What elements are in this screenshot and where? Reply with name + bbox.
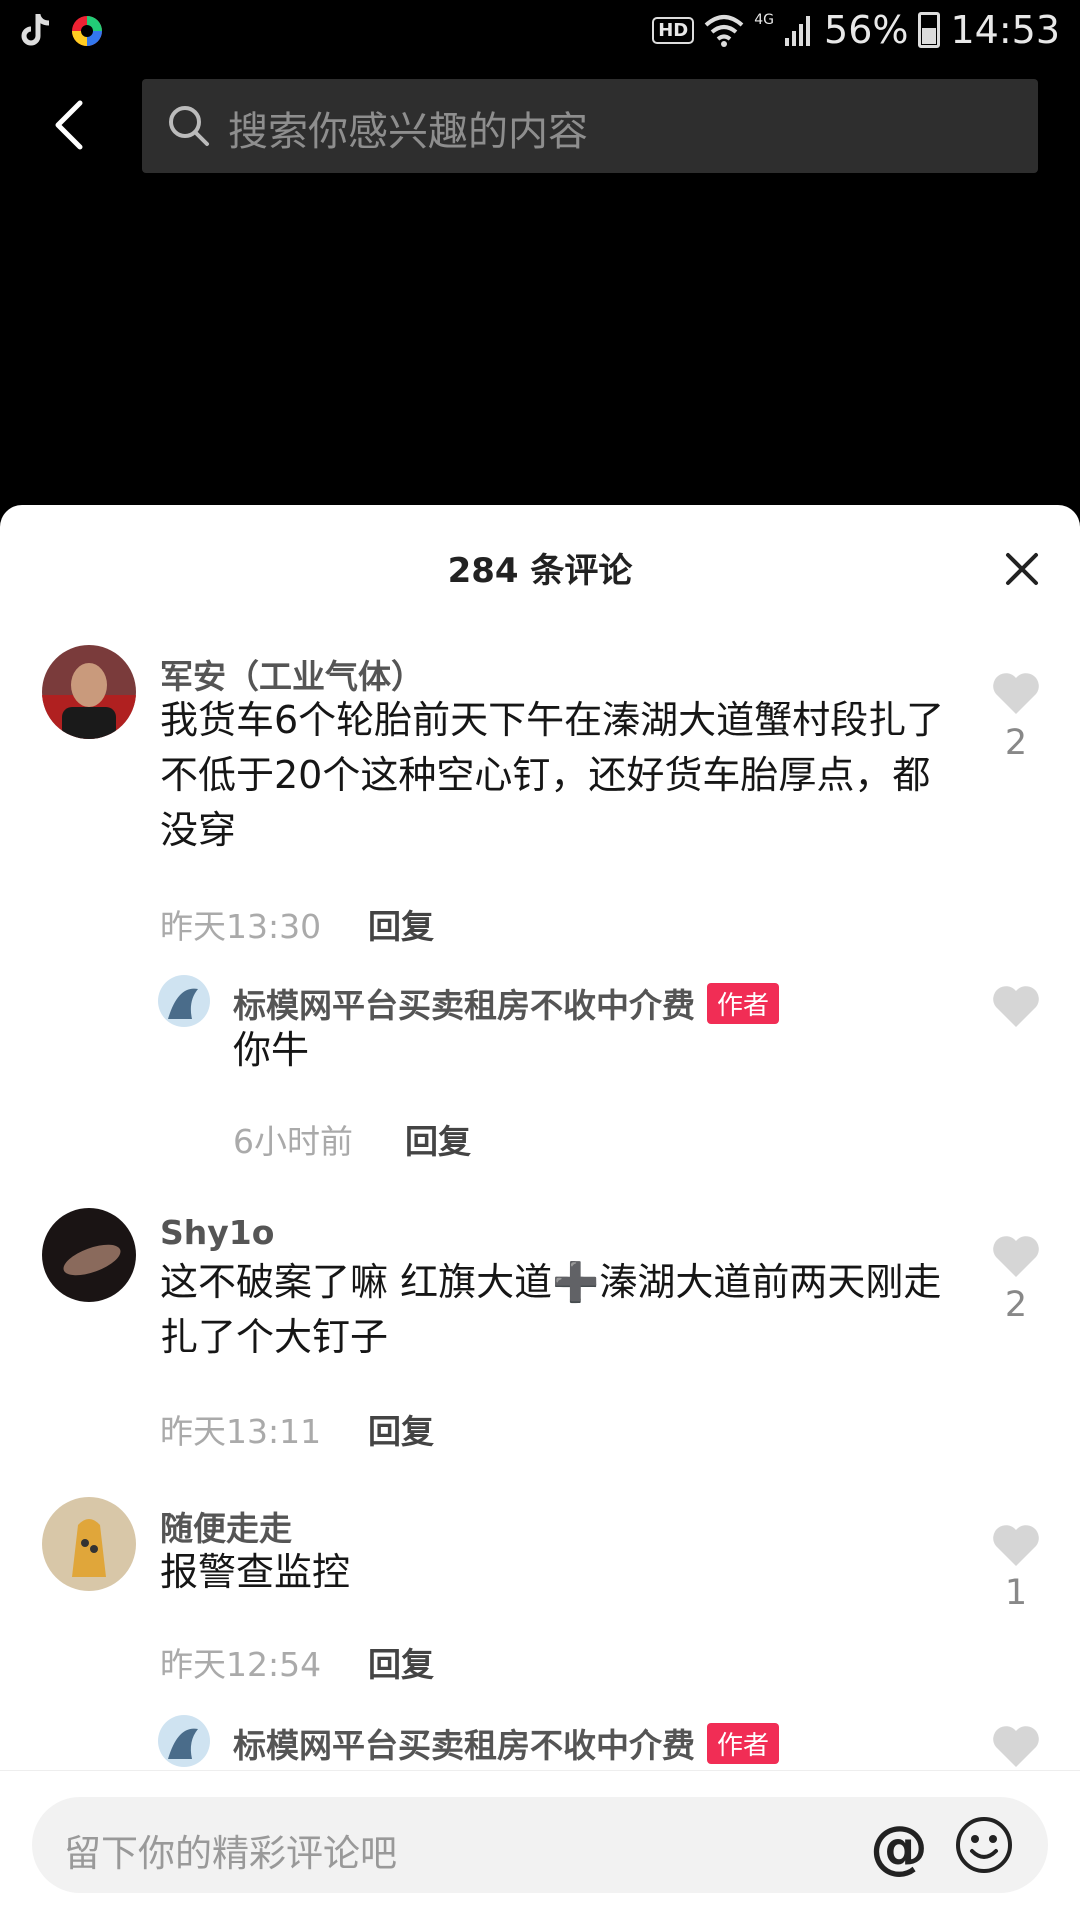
close-icon[interactable] bbox=[1000, 547, 1044, 591]
avatar[interactable] bbox=[42, 1208, 136, 1302]
status-bar: HD 4G 56% 14:53 bbox=[0, 0, 1080, 64]
heart-icon[interactable] bbox=[991, 983, 1041, 1029]
battery-percent: 56% bbox=[824, 8, 909, 52]
wifi-icon bbox=[704, 15, 744, 47]
tiktok-icon bbox=[21, 14, 50, 46]
top-bar: 搜索你感兴趣的内容 bbox=[0, 75, 1080, 175]
comment-time: 昨天12:54 bbox=[160, 1645, 322, 1684]
author-badge: 作者 bbox=[707, 983, 780, 1024]
avatar[interactable] bbox=[158, 975, 210, 1027]
reply-button[interactable]: 回复 bbox=[368, 1405, 434, 1453]
battery-icon bbox=[918, 12, 941, 48]
reply-username[interactable]: 标模网平台买卖租房不收中介费 作者 bbox=[233, 979, 780, 1027]
avatar[interactable] bbox=[42, 1497, 136, 1591]
comment-time: 昨天13:30 bbox=[160, 907, 322, 946]
mention-at-icon[interactable]: @ bbox=[870, 1813, 928, 1881]
reply-text: 你牛 bbox=[233, 1028, 310, 1072]
reply-time: 6小时前 bbox=[233, 1122, 353, 1161]
reply-username-text: 标模网平台买卖租房不收中介费 bbox=[233, 986, 695, 1025]
like-count: 2 bbox=[1004, 723, 1028, 763]
heart-icon[interactable] bbox=[991, 670, 1041, 716]
comment-input[interactable]: 留下你的精彩评论吧 @ bbox=[32, 1797, 1048, 1893]
avatar[interactable] bbox=[42, 645, 136, 739]
comment-input-placeholder: 留下你的精彩评论吧 bbox=[64, 1832, 397, 1875]
signal-icon bbox=[785, 16, 811, 46]
comment-input-bar: 留下你的精彩评论吧 @ bbox=[0, 1770, 1080, 1921]
reply-username-text: 标模网平台买卖租房不收中介费 bbox=[233, 1726, 695, 1765]
reply-username[interactable]: 标模网平台买卖租房不收中介费 作者 bbox=[233, 1719, 780, 1767]
comment-text: 报警查监控 bbox=[160, 1550, 351, 1594]
comment-time: 昨天13:11 bbox=[160, 1412, 322, 1451]
comment-text: 我货车6个轮胎前天下午在溱湖大道蟹村段扎了不低于20个这种空心钉，还好货车胎厚点… bbox=[160, 698, 945, 852]
reply-button[interactable]: 回复 bbox=[368, 900, 434, 948]
comments-sheet: 284 条评论 军安（工业气体） 我货车6个轮胎前天下午在溱湖大道蟹村段扎了不低… bbox=[0, 505, 1080, 1920]
like-count: 1 bbox=[1004, 1573, 1028, 1613]
search-placeholder: 搜索你感兴趣的内容 bbox=[228, 109, 588, 155]
comment-count-title: 284 条评论 bbox=[447, 551, 633, 591]
app-logo-icon bbox=[72, 16, 102, 46]
heart-icon[interactable] bbox=[991, 1233, 1041, 1279]
avatar[interactable] bbox=[158, 1715, 210, 1767]
emoji-icon[interactable] bbox=[954, 1815, 1014, 1875]
comment-username[interactable]: 随便走走 bbox=[160, 1502, 292, 1550]
comment-username[interactable]: Shy1o bbox=[160, 1213, 274, 1252]
heart-icon[interactable] bbox=[991, 1522, 1041, 1568]
comment-username[interactable]: 军安（工业气体） bbox=[160, 650, 424, 698]
reply-button[interactable]: 回复 bbox=[368, 1638, 434, 1686]
network-type: 4G bbox=[754, 12, 775, 28]
back-arrow-icon[interactable] bbox=[44, 99, 96, 151]
search-bar[interactable]: 搜索你感兴趣的内容 bbox=[142, 79, 1038, 173]
comment-text: 这不破案了嘛 红旗大道➕溱湖大道前两天刚走 扎了个大钉子 bbox=[160, 1260, 942, 1359]
search-icon bbox=[169, 106, 209, 146]
clock: 14:53 bbox=[950, 8, 1060, 52]
author-badge: 作者 bbox=[707, 1723, 780, 1764]
heart-icon[interactable] bbox=[991, 1723, 1041, 1769]
reply-button[interactable]: 回复 bbox=[405, 1115, 471, 1163]
hd-indicator: HD bbox=[652, 16, 695, 44]
like-count: 2 bbox=[1004, 1285, 1028, 1325]
